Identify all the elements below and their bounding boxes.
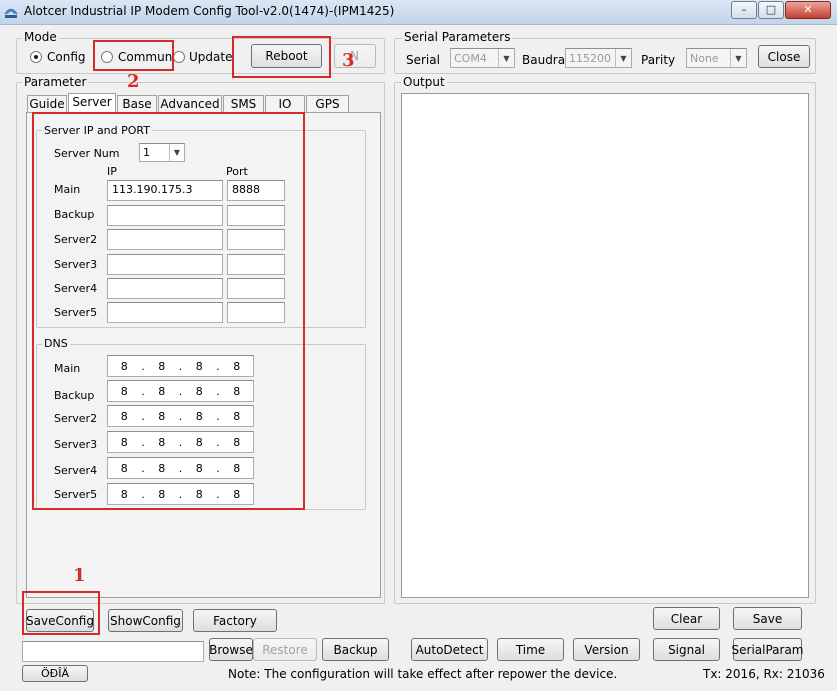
chevron-down-icon: ▼ bbox=[615, 49, 631, 67]
tx-rx-counter: Tx: 2016, Rx: 21036 bbox=[703, 667, 825, 681]
signal-button[interactable]: Signal bbox=[653, 638, 720, 661]
browse-button[interactable]: Browse bbox=[209, 638, 253, 661]
status-note: Note: The configuration will take effect… bbox=[228, 667, 618, 681]
serial-parameters-label: Serial Parameters bbox=[402, 30, 513, 44]
annotation-box-commun bbox=[93, 40, 174, 71]
parity-select[interactable]: None ▼ bbox=[686, 48, 747, 68]
annotation-number-1: 1 bbox=[73, 565, 86, 586]
serial-port-select[interactable]: COM4 ▼ bbox=[450, 48, 515, 68]
config-radio-label[interactable]: Config bbox=[47, 50, 86, 64]
app-logo-icon bbox=[4, 8, 18, 18]
file-path-input[interactable] bbox=[22, 641, 204, 662]
hidden-mode-button[interactable]: N bbox=[334, 44, 376, 68]
annotation-box-save-config bbox=[22, 591, 100, 635]
annotation-number-2: 2 bbox=[127, 71, 140, 92]
serial-port-value: COM4 bbox=[454, 51, 487, 65]
annotation-number-3: 3 bbox=[342, 50, 355, 71]
restore-button[interactable]: Restore bbox=[253, 638, 317, 661]
output-textarea[interactable] bbox=[401, 93, 809, 598]
chevron-down-icon: ▼ bbox=[730, 49, 746, 67]
close-window-button[interactable]: ✕ bbox=[785, 1, 831, 19]
tab-guide[interactable]: Guide bbox=[27, 95, 67, 113]
serial-param-button[interactable]: SerialParam bbox=[732, 638, 804, 661]
parity-label: Parity bbox=[641, 53, 676, 67]
language-button[interactable]: ÖĐÎÄ bbox=[22, 665, 88, 682]
close-icon: ✕ bbox=[803, 3, 813, 16]
version-button[interactable]: Version bbox=[573, 638, 640, 661]
tab-base[interactable]: Base bbox=[117, 95, 157, 113]
tab-server[interactable]: Server bbox=[68, 93, 116, 113]
maximize-icon: □ bbox=[765, 3, 777, 16]
mode-group-label: Mode bbox=[22, 30, 59, 44]
baudrate-value: 115200 bbox=[569, 51, 611, 65]
auto-detect-button[interactable]: AutoDetect bbox=[411, 638, 488, 661]
show-config-button[interactable]: ShowConfig bbox=[108, 609, 183, 632]
maximize-button[interactable]: □ bbox=[758, 1, 784, 19]
tab-sms[interactable]: SMS bbox=[223, 95, 264, 113]
window-title: Alotcer Industrial IP Modem Config Tool-… bbox=[24, 4, 395, 18]
backup-button[interactable]: Backup bbox=[322, 638, 389, 661]
update-radio-label[interactable]: Update bbox=[189, 50, 232, 64]
chevron-down-icon: ▼ bbox=[498, 49, 514, 67]
title-bar[interactable]: Alotcer Industrial IP Modem Config Tool-… bbox=[0, 0, 837, 25]
tab-gps[interactable]: GPS bbox=[306, 95, 349, 113]
factory-button[interactable]: Factory bbox=[193, 609, 277, 632]
parameter-group-label: Parameter bbox=[22, 75, 89, 89]
serial-close-button[interactable]: Close bbox=[758, 45, 810, 68]
minimize-button[interactable]: – bbox=[731, 1, 757, 19]
clear-button[interactable]: Clear bbox=[653, 607, 720, 630]
parity-value: None bbox=[690, 51, 719, 65]
time-button[interactable]: Time bbox=[497, 638, 564, 661]
save-output-button[interactable]: Save bbox=[733, 607, 802, 630]
output-group-label: Output bbox=[401, 75, 447, 89]
update-radio[interactable] bbox=[173, 51, 185, 63]
tab-advanced[interactable]: Advanced bbox=[158, 95, 222, 113]
annotation-box-server-tab bbox=[32, 112, 305, 510]
baudrate-select[interactable]: 115200 ▼ bbox=[565, 48, 632, 68]
serial-label: Serial bbox=[406, 53, 440, 67]
baudrate-label: Baudrat bbox=[522, 53, 570, 67]
annotation-box-reboot bbox=[232, 36, 331, 78]
config-radio[interactable] bbox=[30, 51, 42, 63]
tab-io[interactable]: IO bbox=[265, 95, 305, 113]
minimize-icon: – bbox=[741, 3, 747, 16]
